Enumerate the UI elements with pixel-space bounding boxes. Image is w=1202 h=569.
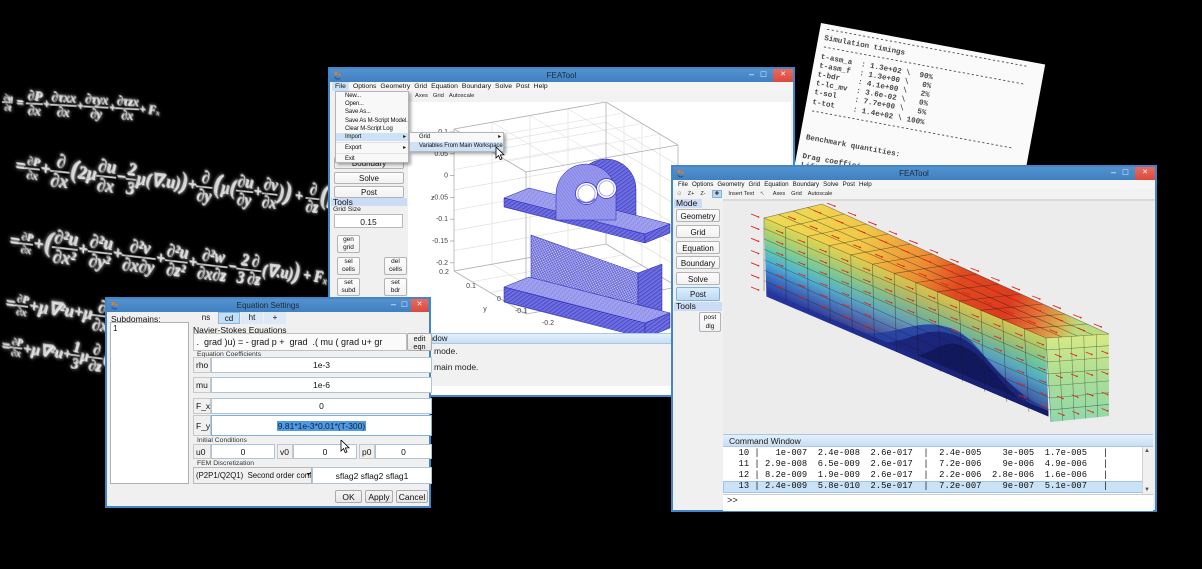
svg-text:-0.2: -0.2 [542,320,554,327]
svg-text:0: 0 [497,296,501,303]
svg-text:y: y [483,306,487,313]
svg-text:-0.1: -0.1 [436,216,448,223]
svg-text:0: 0 [444,173,448,180]
svg-text:-0.1: -0.1 [515,308,527,315]
svg-text:-0.15: -0.15 [432,238,448,245]
svg-text:0.2: 0.2 [439,269,449,276]
svg-text:z: z [431,195,435,202]
svg-text:0.1: 0.1 [466,283,476,290]
svg-text:-0.2: -0.2 [436,260,448,267]
